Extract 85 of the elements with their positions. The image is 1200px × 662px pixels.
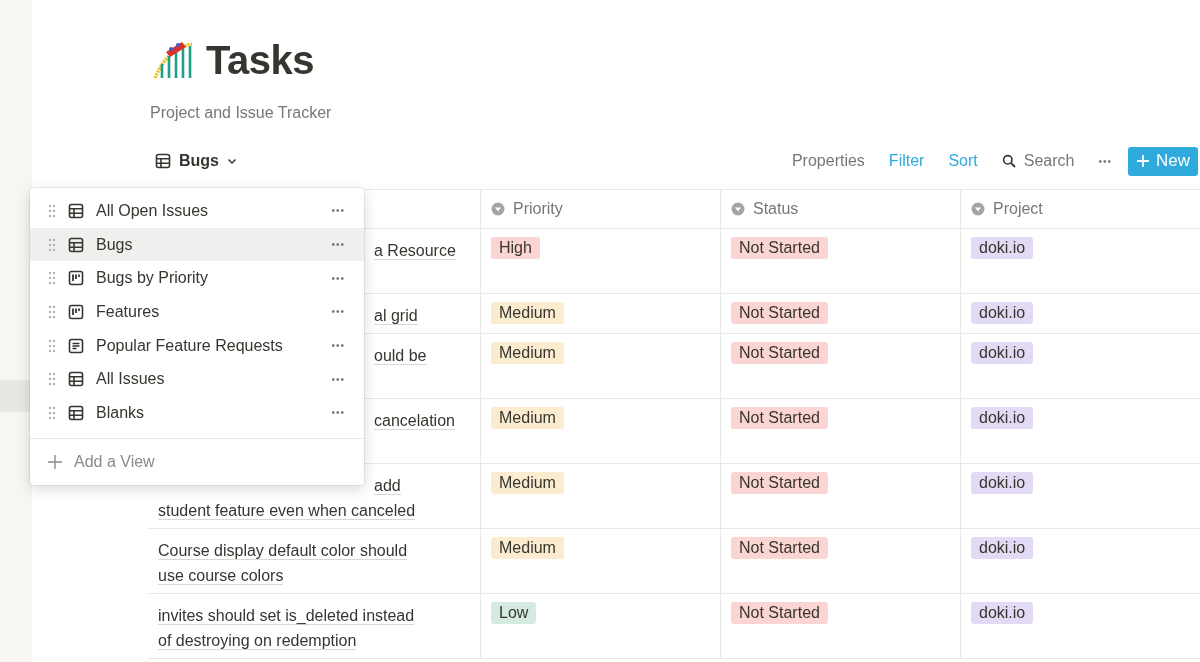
- plus-icon: [48, 454, 62, 469]
- view-name: Popular Feature Requests: [96, 336, 284, 355]
- task-title[interactable]: add: [374, 477, 401, 495]
- more-button[interactable]: •••: [331, 306, 345, 318]
- drag-handle-icon[interactable]: [48, 304, 56, 319]
- view-item[interactable]: Popular Feature Requests •••: [30, 328, 364, 363]
- project-tag: doki.io: [971, 302, 1034, 324]
- board-icon: [68, 303, 84, 320]
- table-icon: [68, 371, 84, 388]
- view-item[interactable]: All Issues •••: [30, 362, 364, 397]
- project-tag: doki.io: [971, 342, 1034, 364]
- task-title[interactable]: invites should set is_deleted instead: [158, 607, 415, 625]
- table-icon: [155, 153, 171, 169]
- chevron-down-icon: [227, 156, 237, 166]
- view-name: All Open Issues: [96, 201, 210, 220]
- project-tag: doki.io: [971, 602, 1034, 624]
- more-button[interactable]: •••: [331, 340, 345, 352]
- project-tag: doki.io: [971, 407, 1034, 429]
- task-title[interactable]: ould be: [374, 347, 427, 365]
- more-button[interactable]: •••: [331, 239, 345, 251]
- page-title: Tasks: [206, 37, 314, 83]
- view-item[interactable]: All Open Issues •••: [30, 194, 364, 228]
- drag-handle-icon[interactable]: [48, 405, 56, 420]
- view-item[interactable]: Blanks •••: [30, 396, 364, 430]
- more-button[interactable]: •••: [331, 205, 345, 217]
- status-tag: Not Started: [731, 472, 828, 494]
- project-tag: doki.io: [971, 237, 1034, 259]
- more-button[interactable]: •••: [331, 373, 345, 385]
- add-view-button[interactable]: Add a View: [30, 438, 364, 485]
- more-button[interactable]: •••: [331, 272, 345, 284]
- status-tag: Not Started: [731, 537, 828, 559]
- table-icon: [68, 404, 84, 421]
- table-icon: [68, 236, 84, 253]
- board-icon: [68, 270, 84, 287]
- view-item[interactable]: Bugs •••: [30, 227, 364, 262]
- drag-handle-icon[interactable]: [48, 203, 56, 218]
- column-header[interactable]: Priority: [480, 190, 720, 228]
- view-name: All Issues: [96, 370, 166, 389]
- select-property-icon: [731, 202, 745, 216]
- task-title[interactable]: student feature even when canceled: [158, 502, 416, 520]
- status-tag: Not Started: [731, 237, 828, 259]
- search-icon: [1001, 154, 1016, 168]
- task-title[interactable]: of destroying on redemption: [158, 632, 357, 650]
- page-subtitle: Project and Issue Tracker: [150, 104, 333, 122]
- project-tag: doki.io: [971, 537, 1034, 559]
- view-name: Features: [96, 302, 161, 321]
- column-header[interactable]: Status: [720, 190, 960, 228]
- drag-handle-icon[interactable]: [48, 271, 56, 286]
- select-property-icon: [971, 202, 985, 216]
- priority-tag: Medium: [491, 537, 564, 559]
- table-icon: [68, 202, 84, 219]
- task-title[interactable]: a Resource: [374, 242, 456, 260]
- drag-handle-icon[interactable]: [48, 338, 56, 353]
- view-item[interactable]: Features •••: [30, 295, 364, 329]
- task-title[interactable]: al grid: [374, 307, 418, 325]
- sidebar-highlight: [0, 380, 32, 412]
- view-switcher[interactable]: Bugs: [148, 152, 241, 170]
- status-tag: Not Started: [731, 302, 828, 324]
- more-button[interactable]: •••: [1086, 151, 1124, 171]
- view-name: Blanks: [96, 403, 146, 422]
- status-tag: Not Started: [731, 602, 828, 624]
- view-item[interactable]: Bugs by Priority •••: [30, 261, 364, 296]
- status-tag: Not Started: [731, 407, 828, 429]
- task-title[interactable]: use course colors: [158, 567, 284, 585]
- search-button[interactable]: Search: [989, 148, 1087, 174]
- drag-handle-icon[interactable]: [48, 237, 56, 252]
- column-header[interactable]: Project: [960, 190, 1200, 228]
- status-tag: Not Started: [731, 342, 828, 364]
- select-property-icon: [491, 202, 505, 216]
- toolbar-button[interactable]: Properties: [779, 148, 877, 174]
- plus-icon: [1136, 154, 1150, 168]
- priority-tag: High: [491, 237, 540, 259]
- priority-tag: Medium: [491, 407, 564, 429]
- project-tag: doki.io: [971, 472, 1034, 494]
- drag-handle-icon[interactable]: [48, 372, 56, 387]
- priority-tag: Medium: [491, 302, 564, 324]
- priority-tag: Medium: [491, 342, 564, 364]
- more-button[interactable]: •••: [331, 407, 345, 419]
- view-name: Bugs: [96, 235, 134, 254]
- view-name: Bugs by Priority: [96, 269, 210, 288]
- priority-tag: Low: [491, 602, 537, 624]
- priority-tag: Medium: [491, 472, 564, 494]
- task-title[interactable]: cancelation: [374, 412, 455, 430]
- task-title[interactable]: Course display default color should: [158, 542, 408, 560]
- document-icon: [68, 337, 84, 354]
